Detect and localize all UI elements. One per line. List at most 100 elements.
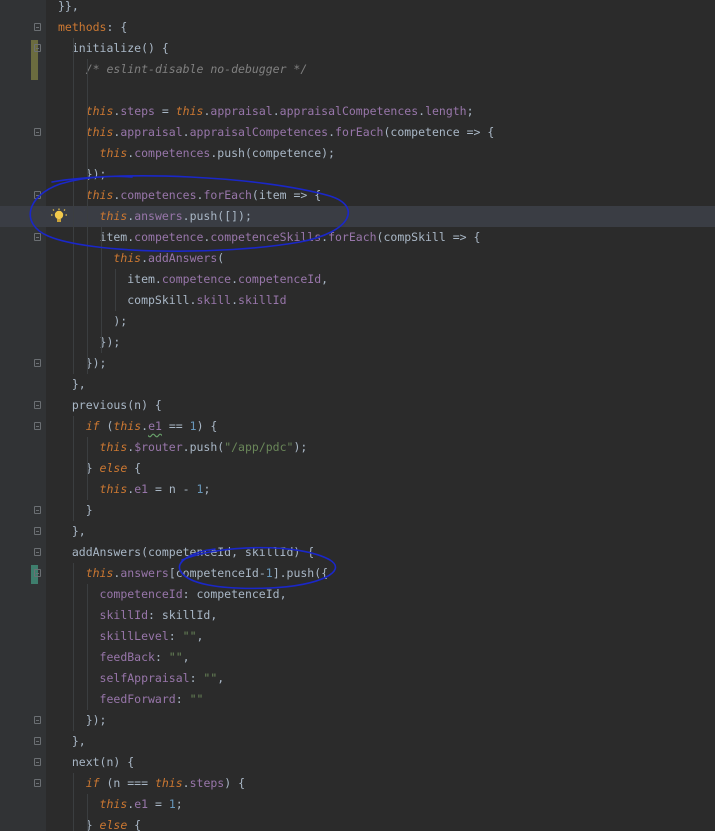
- code-token: competenceId: [238, 272, 322, 286]
- code-line[interactable]: this.answers.push([]);: [0, 206, 715, 227]
- fold-marker-icon[interactable]: [34, 758, 41, 766]
- code-line[interactable]: },: [0, 374, 715, 395]
- code-line[interactable]: this.e1 = 1;: [0, 794, 715, 815]
- code-token: this: [175, 104, 204, 118]
- code-line[interactable]: );: [0, 311, 715, 332]
- code-token: selfAppraisal: [99, 671, 190, 685]
- code-line[interactable]: item.competence.competenceSkills.forEach…: [0, 227, 715, 248]
- fold-marker-icon[interactable]: [34, 716, 41, 724]
- code-line[interactable]: [0, 80, 715, 101]
- code-token: "": [182, 629, 197, 643]
- code-line[interactable]: next(n) {: [0, 752, 715, 773]
- code-token: appraisal: [210, 104, 273, 118]
- code-text: },: [58, 731, 86, 752]
- code-line[interactable]: skillId: skillId,: [0, 605, 715, 626]
- code-token: this: [85, 125, 114, 139]
- code-line[interactable]: previous(n) {: [0, 395, 715, 416]
- code-line[interactable]: } else {: [0, 458, 715, 479]
- fold-marker-icon[interactable]: [34, 506, 41, 514]
- fold-marker-icon[interactable]: [34, 422, 41, 430]
- code-token: this: [113, 419, 142, 433]
- code-line[interactable]: },: [0, 521, 715, 542]
- fold-marker-icon[interactable]: [34, 527, 41, 535]
- code-line[interactable]: this.e1 = n - 1;: [0, 479, 715, 500]
- code-token: }},: [58, 0, 79, 13]
- code-line[interactable]: this.answers[competenceId-1].push({: [0, 563, 715, 584]
- code-text: if (this.e1 == 1) {: [58, 416, 218, 437]
- code-token: e1: [148, 419, 162, 433]
- code-token: },: [58, 524, 86, 538]
- code-text: });: [58, 164, 107, 185]
- code-line[interactable]: });: [0, 332, 715, 353]
- code-line[interactable]: this.competences.push(competence);: [0, 143, 715, 164]
- fold-marker-icon[interactable]: [34, 779, 41, 787]
- fold-marker-icon[interactable]: [34, 359, 41, 367]
- code-line[interactable]: competenceId: competenceId,: [0, 584, 715, 605]
- fold-marker-icon[interactable]: [34, 737, 41, 745]
- code-line[interactable]: this.$router.push("/app/pdc");: [0, 437, 715, 458]
- code-line[interactable]: this.steps = this.appraisal.appraisalCom…: [0, 101, 715, 122]
- code-token: e1: [134, 797, 149, 811]
- code-line[interactable]: if (this.e1 == 1) {: [0, 416, 715, 437]
- code-line[interactable]: compSkill.skill.skillId: [0, 290, 715, 311]
- code-line[interactable]: this.appraisal.appraisalCompetences.forE…: [0, 122, 715, 143]
- fold-marker-icon[interactable]: [34, 401, 41, 409]
- code-line[interactable]: this.addAnswers(: [0, 248, 715, 269]
- code-text: this.$router.push("/app/pdc");: [58, 437, 308, 458]
- code-token: skill: [196, 293, 232, 307]
- code-token: }: [58, 461, 100, 475]
- code-line[interactable]: if (n === this.steps) {: [0, 773, 715, 794]
- code-token: ==: [161, 419, 190, 433]
- code-text: initialize() {: [58, 38, 169, 59]
- code-token: },: [58, 377, 86, 391]
- code-line[interactable]: }: [0, 500, 715, 521]
- code-line[interactable]: this.competences.forEach(item => {: [0, 185, 715, 206]
- code-token: this: [85, 188, 114, 202]
- fold-marker-icon[interactable]: [34, 233, 41, 241]
- code-line[interactable]: skillLevel: "",: [0, 626, 715, 647]
- code-token: length: [425, 104, 467, 118]
- fold-marker-icon[interactable]: [34, 128, 41, 136]
- code-line[interactable]: initialize() {: [0, 38, 715, 59]
- fold-marker-icon[interactable]: [34, 569, 41, 577]
- code-line[interactable]: addAnswers(competenceId, skillId) {: [0, 542, 715, 563]
- code-line[interactable]: /* eslint-disable no-debugger */: [0, 59, 715, 80]
- code-token: },: [58, 734, 86, 748]
- code-line[interactable]: methods: {: [0, 17, 715, 38]
- code-token: ;: [175, 797, 183, 811]
- code-token: }: [58, 818, 100, 831]
- code-line[interactable]: item.competence.competenceId,: [0, 269, 715, 290]
- code-line[interactable]: });: [0, 710, 715, 731]
- code-token: if: [85, 776, 100, 790]
- fold-marker-icon[interactable]: [34, 44, 41, 52]
- code-line[interactable]: selfAppraisal: "",: [0, 668, 715, 689]
- indent-guide: [73, 38, 74, 374]
- fold-marker-icon[interactable]: [34, 191, 41, 199]
- code-line[interactable]: },: [0, 731, 715, 752]
- code-token: competence: [161, 272, 232, 286]
- code-line[interactable]: feedBack: "",: [0, 647, 715, 668]
- code-line[interactable]: feedForward: "": [0, 689, 715, 710]
- line-number: [0, 584, 4, 605]
- lightbulb-icon[interactable]: [50, 208, 68, 226]
- line-number: [0, 269, 4, 290]
- code-text: this.addAnswers(: [58, 248, 224, 269]
- code-editor[interactable]: }}, methods: { initialize() { /* eslint-d…: [0, 0, 715, 831]
- code-line[interactable]: } else {: [0, 815, 715, 831]
- code-line[interactable]: });: [0, 164, 715, 185]
- code-token: :: [189, 671, 204, 685]
- fold-marker-icon[interactable]: [34, 23, 41, 31]
- code-token: this: [113, 251, 142, 265]
- code-text: this.answers[competenceId-1].push({: [58, 563, 328, 584]
- code-text: );: [58, 311, 127, 332]
- code-token: competenceSkills: [210, 230, 322, 244]
- line-number: [0, 458, 4, 479]
- code-line[interactable]: });: [0, 353, 715, 374]
- line-number: [0, 143, 4, 164]
- code-line[interactable]: }},: [0, 0, 715, 17]
- code-token: this: [85, 104, 114, 118]
- fold-marker-icon[interactable]: [34, 548, 41, 556]
